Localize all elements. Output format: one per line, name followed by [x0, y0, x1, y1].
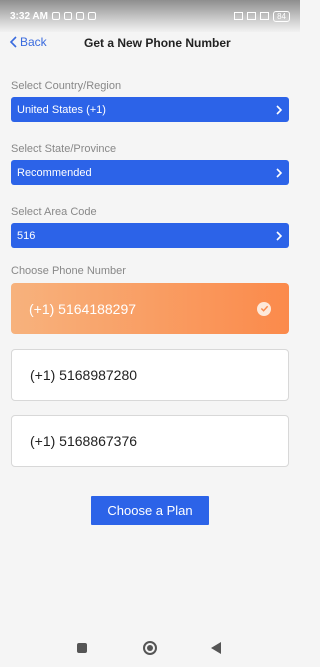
- wifi-icon: [260, 12, 270, 20]
- status-time: 3:32 AM: [10, 10, 48, 22]
- phone-number-text: (+1) 5168867376: [30, 433, 138, 449]
- state-value: Recommended: [17, 166, 92, 179]
- chevron-right-icon: [276, 230, 283, 241]
- system-icons: 84: [234, 10, 290, 22]
- phone-number-label: Choose Phone Number: [11, 265, 126, 277]
- youtube-icon: [63, 12, 72, 20]
- area-code-label: Select Area Code: [11, 206, 97, 218]
- app-icon: [75, 12, 84, 20]
- back-button[interactable]: Back: [9, 35, 47, 49]
- chevron-left-icon: [9, 36, 17, 48]
- notification-icon: [51, 12, 60, 20]
- area-code-select[interactable]: 516: [11, 223, 289, 248]
- phone-number-option[interactable]: (+1) 5168987280: [11, 349, 289, 401]
- choose-plan-button[interactable]: Choose a Plan: [91, 496, 209, 525]
- notification-icons: [51, 12, 96, 20]
- country-label: Select Country/Region: [11, 80, 122, 92]
- country-select[interactable]: United States (+1): [11, 97, 289, 122]
- state-select[interactable]: Recommended: [11, 160, 289, 185]
- status-bar: 3:32 AM 84: [0, 0, 300, 32]
- back-nav-icon[interactable]: [211, 642, 221, 654]
- signal-icon: [247, 12, 257, 20]
- back-label: Back: [20, 35, 47, 49]
- country-value: United States (+1): [17, 103, 106, 116]
- nfc-icon: [234, 12, 244, 20]
- phone-number-text: (+1) 5168987280: [30, 367, 138, 383]
- check-icon: [257, 301, 271, 316]
- page-title: Get a New Phone Number: [84, 36, 231, 50]
- battery-icon: 84: [273, 10, 290, 22]
- top-bar: Back Get a New Phone Number: [0, 32, 300, 56]
- chevron-right-icon: [276, 104, 283, 115]
- area-code-value: 516: [17, 229, 36, 242]
- state-label: Select State/Province: [11, 143, 117, 155]
- recents-icon[interactable]: [77, 643, 87, 653]
- chevron-right-icon: [276, 167, 283, 178]
- home-icon[interactable]: [143, 641, 157, 655]
- phone-number-option[interactable]: (+1) 5168867376: [11, 415, 289, 467]
- settings-icon: [87, 12, 96, 20]
- phone-number-option-selected[interactable]: (+1) 5164188297: [11, 283, 289, 334]
- phone-number-text: (+1) 5164188297: [29, 300, 137, 317]
